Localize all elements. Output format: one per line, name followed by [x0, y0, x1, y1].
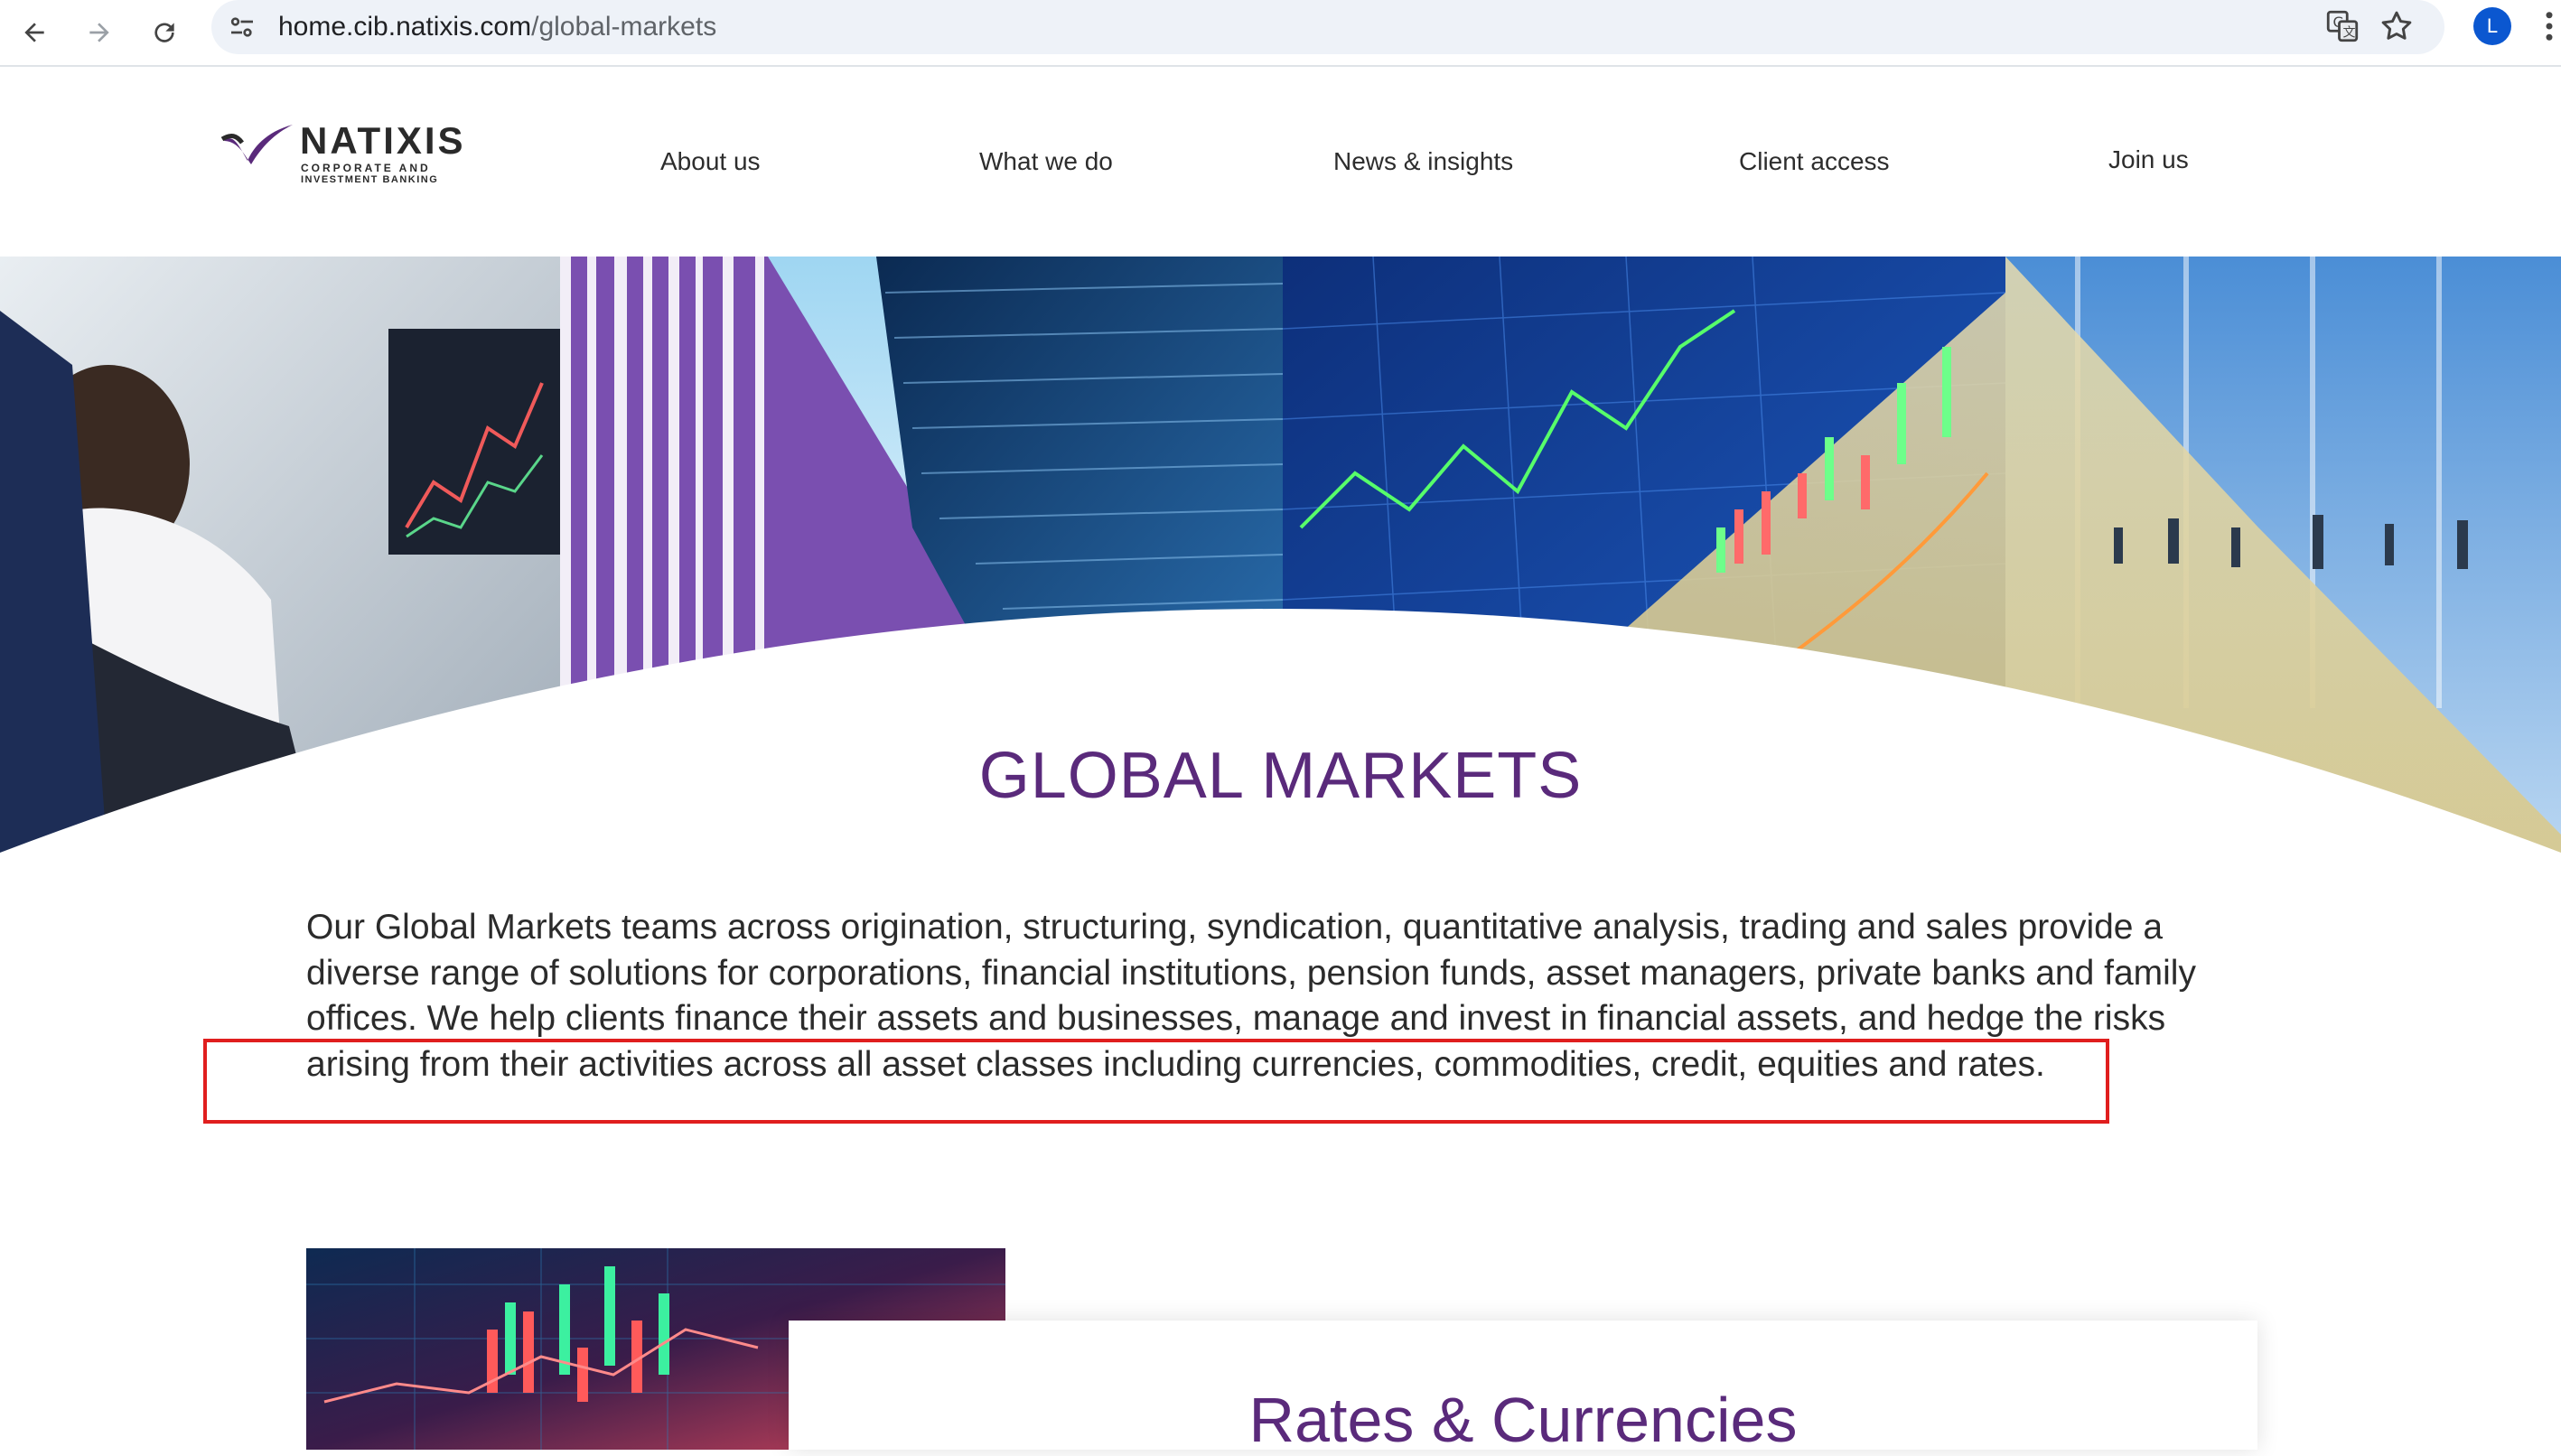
menu-dots-icon[interactable]: [2540, 7, 2558, 45]
translate-icon[interactable]: G 文: [2323, 7, 2361, 45]
page-title: GLOBAL MARKETS: [978, 740, 1583, 813]
logo-subtitle-line1: CORPORATE AND: [301, 162, 431, 174]
profile-avatar[interactable]: L: [2473, 7, 2511, 45]
forward-icon[interactable]: [76, 9, 123, 56]
bookmark-star-icon[interactable]: [2378, 7, 2416, 45]
nav-join-us[interactable]: Join us: [2108, 145, 2189, 174]
url-path: /global-markets: [531, 12, 717, 42]
natixis-logo[interactable]: NATIXIS CORPORATE AND INVESTMENT BANKING: [220, 116, 491, 191]
site-info-icon[interactable]: [226, 11, 258, 43]
logo-swoosh-icon: [220, 125, 293, 164]
back-icon[interactable]: [11, 9, 58, 56]
nav-client-access[interactable]: Client access: [1739, 147, 1890, 176]
nav-what-we-do[interactable]: What we do: [979, 147, 1113, 176]
logo-wordmark: NATIXIS: [300, 119, 466, 162]
browser-toolbar: home.cib.natixis.com/global-markets G 文 …: [0, 0, 2561, 67]
url-text[interactable]: home.cib.natixis.com/global-markets: [278, 9, 716, 45]
url-host: home.cib.natixis.com: [278, 12, 532, 42]
address-bar[interactable]: home.cib.natixis.com/global-markets G 文: [211, 0, 2444, 54]
svg-text:文: 文: [2343, 25, 2356, 40]
reload-icon[interactable]: [141, 9, 188, 56]
logo-subtitle: CORPORATE AND INVESTMENT BANKING: [301, 163, 438, 186]
card-title-rates-currencies[interactable]: Rates & Currencies: [0, 1384, 2561, 1456]
nav-news-insights[interactable]: News & insights: [1333, 147, 1513, 176]
logo-subtitle-line2: INVESTMENT BANKING: [301, 174, 439, 185]
nav-about-us[interactable]: About us: [660, 147, 761, 176]
highlight-annotation-box: [203, 1039, 2109, 1124]
